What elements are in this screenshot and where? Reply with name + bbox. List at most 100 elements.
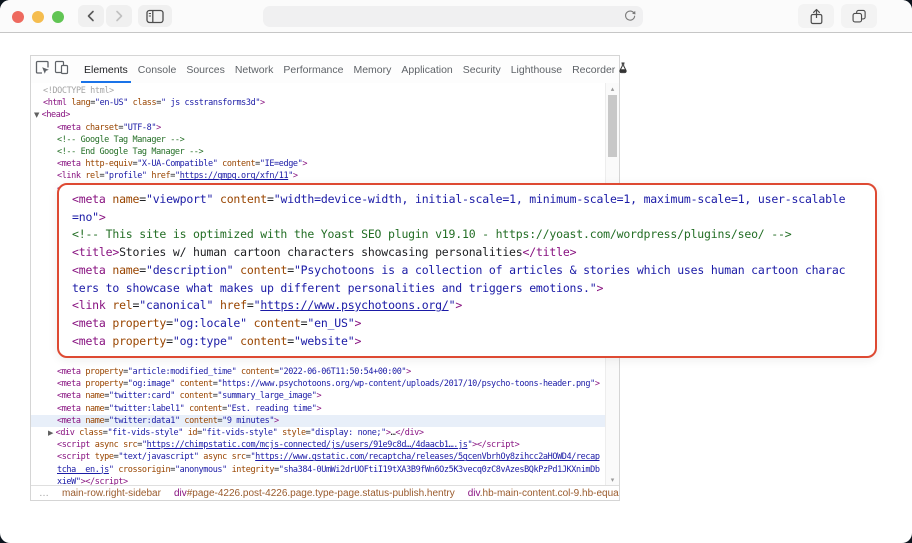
breadcrumb: … main-row.right-sidebar div#page-4226.pos… bbox=[31, 485, 619, 500]
code-seg-vl: "twitter:label1" bbox=[108, 403, 185, 414]
tab-overview-button[interactable] bbox=[841, 4, 877, 28]
code-seg-tg: <link bbox=[57, 171, 86, 182]
code-seg-at: content bbox=[222, 159, 256, 170]
sidebar-toggle-button[interactable] bbox=[138, 5, 172, 27]
code-seg-at: property bbox=[85, 367, 124, 377]
tab-memory[interactable]: Memory bbox=[348, 56, 396, 83]
inspect-element-button[interactable] bbox=[35, 60, 50, 80]
code-line[interactable]: <link rel="profile" href="https://gmpg.o… bbox=[31, 170, 605, 182]
code-seg-vl: "description" bbox=[145, 262, 234, 277]
breadcrumb-item[interactable]: … bbox=[39, 488, 49, 499]
code-line[interactable]: <meta charset="UTF-8"> bbox=[31, 122, 605, 134]
code-seg-vl: "article:modified_time" bbox=[127, 367, 237, 377]
code-line[interactable]: <title>Stories w/ human cartoon characte… bbox=[72, 244, 862, 262]
browser-toolbar bbox=[0, 0, 912, 33]
refresh-icon[interactable] bbox=[623, 9, 637, 28]
code-seg-vl: "X-UA-Compatible" bbox=[137, 159, 218, 170]
scroll-down-icon[interactable]: ▾ bbox=[606, 475, 619, 485]
scroll-up-icon[interactable]: ▴ bbox=[606, 84, 619, 94]
forward-button[interactable] bbox=[106, 5, 132, 27]
tab-recorder[interactable]: Recorder bbox=[567, 56, 633, 83]
code-seg-dt: <!DOCTYPE html> bbox=[43, 86, 114, 96]
device-toolbar-button[interactable] bbox=[54, 60, 69, 80]
address-bar[interactable] bbox=[263, 6, 643, 27]
code-line[interactable]: <!-- This site is optimized with the Yoa… bbox=[72, 226, 862, 244]
code-seg-vl: "summary_large_image" bbox=[217, 391, 317, 402]
code-line[interactable]: <link rel="canonical" href="https://www.… bbox=[72, 297, 862, 315]
code-line[interactable]: ters to showcase what makes up different… bbox=[72, 280, 862, 298]
code-seg-tg: </div> bbox=[395, 427, 424, 438]
code-line[interactable]: =no"> bbox=[72, 209, 862, 227]
tab-lighthouse[interactable]: Lighthouse bbox=[506, 56, 567, 83]
code-seg-tg: > bbox=[260, 98, 265, 109]
code-line[interactable]: tcha__en.js" crossorigin="anonymous" int… bbox=[31, 464, 605, 476]
code-seg-lk: https://www.psychotoons.org/ bbox=[260, 298, 449, 313]
code-line[interactable]: <meta property="article:modified_time" c… bbox=[31, 366, 605, 378]
code-seg-at: property bbox=[112, 315, 167, 330]
tab-application[interactable]: Application bbox=[396, 56, 457, 83]
back-button[interactable] bbox=[78, 5, 104, 27]
code-seg-vl: "display: none;" bbox=[310, 427, 386, 438]
breadcrumb-item[interactable]: main-row.right-sidebar bbox=[62, 488, 161, 499]
code-seg-at: property bbox=[112, 333, 167, 348]
code-line[interactable]: <meta name="twitter:label1" content="Est… bbox=[31, 403, 605, 415]
code-seg-vl: "en-US" bbox=[94, 98, 128, 109]
code-seg-at: content bbox=[241, 367, 275, 377]
code-line[interactable]: <meta name="viewport" content="width=dev… bbox=[72, 191, 862, 209]
tab-console[interactable]: Console bbox=[133, 56, 182, 83]
code-seg-cm: <!-- Google Tag Manager --> bbox=[57, 134, 185, 145]
code-line[interactable]: <meta property="og:type" content="websit… bbox=[72, 333, 862, 351]
breadcrumb-item[interactable]: div.hb-main-content.col-9.hb-equal-col-h… bbox=[468, 488, 619, 499]
tab-label: Security bbox=[462, 63, 501, 76]
code-line[interactable]: <!-- End Google Tag Manager --> bbox=[31, 146, 605, 158]
code-line[interactable]: <meta property="og:locale" content="en_U… bbox=[72, 315, 862, 333]
code-seg-vl: "twitter:card" bbox=[108, 391, 175, 402]
code-seg-tg: <meta bbox=[57, 379, 86, 390]
code-seg-vl: "Psychotoons is a collection of articles… bbox=[293, 262, 846, 277]
tab-performance[interactable]: Performance bbox=[278, 56, 348, 83]
code-seg-vl: "text/javascript" bbox=[118, 452, 199, 463]
code-seg-tg: <meta bbox=[72, 192, 113, 206]
device-toolbar-icon bbox=[54, 60, 69, 80]
code-seg-at: async bbox=[94, 440, 119, 451]
code-seg-at: content bbox=[189, 403, 223, 414]
scrollbar-thumb[interactable] bbox=[608, 95, 617, 157]
code-line[interactable]: <meta name="twitter:card" content="summa… bbox=[31, 390, 605, 402]
tab-sources[interactable]: Sources bbox=[181, 56, 230, 83]
code-line[interactable]: <!-- Google Tag Manager --> bbox=[31, 134, 605, 146]
breadcrumb-item[interactable]: div#page-4226.post-4226.page.type-page.s… bbox=[174, 488, 455, 499]
code-line[interactable]: <meta http-equiv="X-UA-Compatible" conte… bbox=[31, 158, 605, 170]
code-line[interactable]: <html lang="en-US" class=" js csstransfo… bbox=[31, 97, 605, 109]
code-line[interactable]: <script type="text/javascript" async src… bbox=[31, 451, 605, 463]
code-line[interactable]: <meta property="og:image" content="https… bbox=[31, 378, 605, 390]
code-seg-tx: = bbox=[139, 262, 146, 277]
code-line[interactable]: <script async src="https://chimpstatic.c… bbox=[31, 439, 605, 451]
code-line[interactable]: <!DOCTYPE html> bbox=[31, 85, 605, 97]
code-line[interactable]: ▼ <head> bbox=[31, 109, 605, 121]
code-seg-tx bbox=[247, 316, 254, 330]
share-icon bbox=[809, 8, 824, 25]
code-seg-vl: "og:image" bbox=[127, 379, 176, 390]
tab-elements[interactable]: Elements bbox=[79, 56, 133, 83]
code-seg-at: id bbox=[187, 427, 198, 438]
close-window-button[interactable] bbox=[12, 11, 24, 23]
tab-label: Console bbox=[137, 63, 177, 76]
tab-label: Elements bbox=[84, 63, 128, 76]
share-button[interactable] bbox=[798, 4, 834, 28]
tab-security[interactable]: Security bbox=[458, 56, 506, 83]
minimize-window-button[interactable] bbox=[32, 11, 44, 23]
code-line[interactable]: <meta name="twitter:data1" content="9 mi… bbox=[31, 414, 605, 427]
tab-label: Application bbox=[401, 63, 453, 76]
code-seg-at: content bbox=[253, 315, 301, 330]
code-seg-tg: <title> bbox=[72, 245, 120, 260]
code-line[interactable]: ▶ <div class="fit-vids-style" id="fit-vi… bbox=[31, 427, 605, 439]
zoom-window-button[interactable] bbox=[52, 11, 64, 23]
code-seg-cm: <!-- This site is optimized with the Yoa… bbox=[72, 227, 792, 242]
code-seg-tg: > bbox=[98, 209, 106, 224]
code-line[interactable]: <meta name="description" content="Psycho… bbox=[72, 262, 862, 280]
code-seg-at: class bbox=[132, 98, 157, 109]
tab-network[interactable]: Network bbox=[230, 56, 279, 83]
code-seg-vl: "canonical" bbox=[139, 298, 214, 313]
code-seg-tg: > bbox=[316, 391, 322, 402]
code-seg-tg: <meta bbox=[57, 159, 86, 170]
